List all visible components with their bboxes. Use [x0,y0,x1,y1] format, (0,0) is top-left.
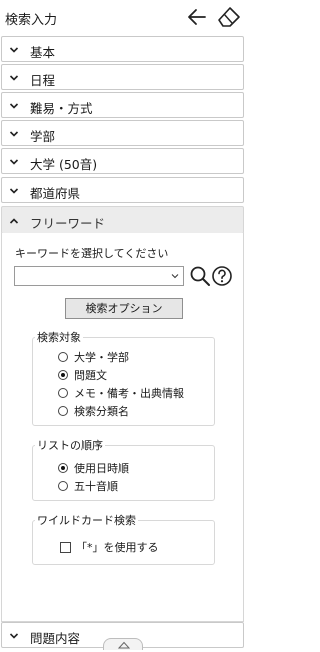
radio-button[interactable] [58,388,68,398]
section-label: 学部 [30,129,56,144]
section-label: 難易・方式 [30,101,93,116]
section-difficulty[interactable]: 難易・方式 [1,92,244,118]
chevron-up-icon [9,218,19,224]
section-basic[interactable]: 基本 [1,36,244,62]
section-university[interactable]: 大学 (50音) [1,148,244,174]
option-label: メモ・備考・出典情報 [74,387,184,400]
panel-title: 検索入力 [5,13,58,28]
wildcard-group: ワイルドカード検索 [32,512,215,565]
search-options-button[interactable]: 検索オプション [65,298,183,319]
option-label: 問題文 [74,369,107,382]
section-label: 問題内容 [30,631,81,646]
option-label: 検索分類名 [74,405,129,418]
keyword-label: キーワードを選択してください [15,247,169,260]
help-icon[interactable] [211,265,233,287]
option-label: 「*」を使用する [76,541,159,554]
eraser-icon[interactable] [217,6,240,28]
radio-button-selected[interactable] [58,370,68,380]
radio-button[interactable] [58,406,68,416]
chevron-down-icon [9,103,19,109]
collapse-handle[interactable] [103,638,143,650]
list-order-legend: リストの順序 [37,439,103,452]
chevron-down-icon [9,633,19,639]
option-label: 大学・学部 [74,351,129,364]
panel-header: 検索入力 [0,0,247,34]
section-prefecture[interactable]: 都道府県 [1,177,244,203]
radio-button[interactable] [58,352,68,362]
keyword-select[interactable] [14,266,184,286]
wildcard-legend: ワイルドカード検索 [37,514,136,527]
radio-button[interactable] [58,481,68,491]
chevron-down-icon [9,159,19,165]
section-label: 大学 (50音) [30,157,98,172]
section-label: 日程 [30,73,56,88]
chevron-down-icon [9,131,19,137]
section-label: 基本 [30,45,56,60]
triangle-up-icon [118,641,130,649]
search-target-legend: 検索対象 [37,331,81,344]
section-schedule[interactable]: 日程 [1,64,244,90]
chevron-down-icon [9,75,19,81]
checkbox[interactable] [60,542,71,553]
radio-button-selected[interactable] [58,463,68,473]
chevron-down-icon [171,274,179,279]
section-label: 都道府県 [30,186,81,201]
option-label: 五十音順 [74,480,118,493]
section-faculty[interactable]: 学部 [1,120,244,146]
option-label: 使用日時順 [74,462,129,475]
section-label: フリーワード [30,216,106,231]
chevron-down-icon [9,188,19,194]
arrow-left-icon[interactable] [186,6,208,28]
chevron-down-icon [9,47,19,53]
search-icon[interactable] [189,265,211,287]
section-freeword[interactable]: フリーワード [1,206,244,234]
